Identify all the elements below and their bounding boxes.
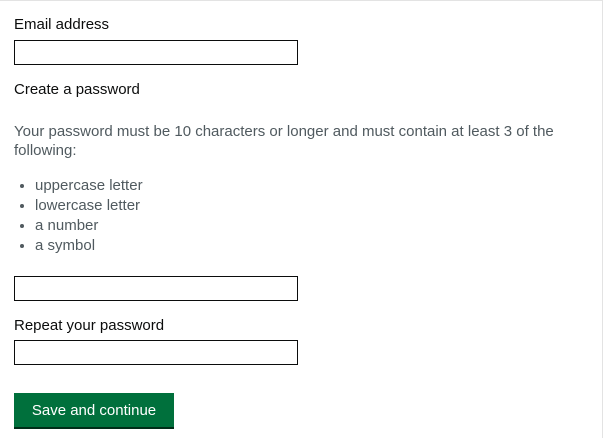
create-password-label: Create a password bbox=[14, 81, 140, 98]
password-rule-text: a number bbox=[35, 217, 99, 234]
email-label: Email address bbox=[14, 16, 110, 33]
password-rule-item: lowercase letter bbox=[14, 196, 143, 216]
bullet-icon bbox=[20, 244, 24, 248]
email-field[interactable] bbox=[14, 40, 298, 65]
password-rule-text: uppercase letter bbox=[35, 177, 143, 194]
password-field[interactable] bbox=[14, 276, 298, 301]
repeat-password-label: Repeat your password bbox=[14, 317, 165, 334]
password-hint: Your password must be 10 characters or l… bbox=[14, 123, 554, 159]
password-rule-text: lowercase letter bbox=[35, 197, 141, 214]
password-rules-list: uppercase letter lowercase letter a numb… bbox=[14, 176, 143, 256]
password-rule-item: a symbol bbox=[14, 236, 143, 256]
repeat-password-field[interactable] bbox=[14, 340, 298, 365]
password-rule-item: a number bbox=[14, 216, 143, 236]
password-rule-text: a symbol bbox=[35, 237, 96, 254]
bullet-icon bbox=[20, 204, 24, 208]
password-rule-item: uppercase letter bbox=[14, 176, 143, 196]
save-and-continue-button[interactable]: Save and continue bbox=[14, 393, 174, 427]
bullet-icon bbox=[20, 224, 24, 228]
registration-form: Email address Create a password Your pas… bbox=[0, 0, 603, 438]
bullet-icon bbox=[20, 184, 24, 188]
